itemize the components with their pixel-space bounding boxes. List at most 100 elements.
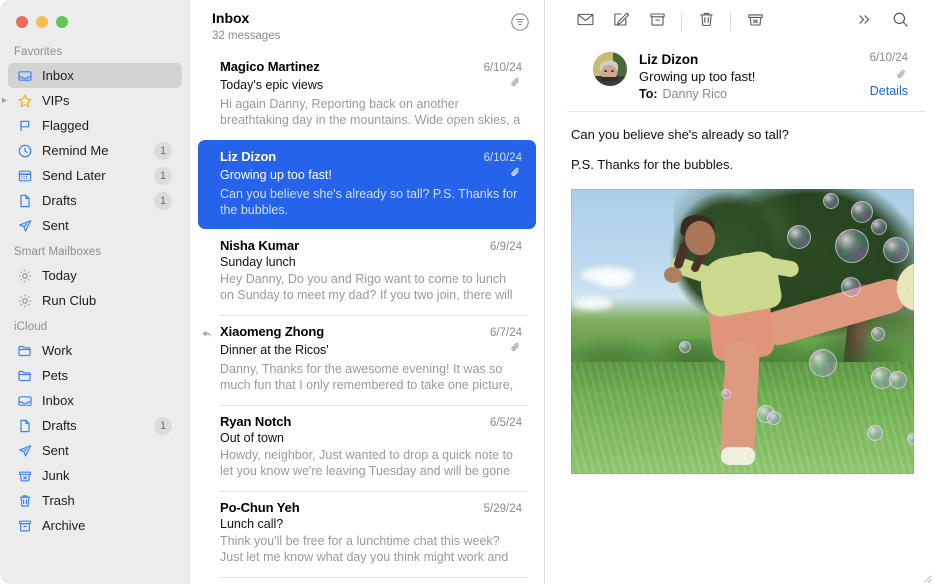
- mark-unread-button[interactable]: [567, 8, 603, 36]
- window-resize-handle[interactable]: [920, 570, 932, 582]
- message-date: 6/10/24: [870, 52, 908, 64]
- sidebar-item-vips[interactable]: ▸ VIPs: [8, 88, 182, 113]
- photo-border: [571, 189, 914, 474]
- message-preview: Danny, Thanks for the awesome evening! I…: [220, 361, 522, 395]
- message-date: 6/10/24: [484, 62, 522, 74]
- sidebar-item-label: Today: [42, 268, 174, 283]
- sidebar-item-icloud-inbox[interactable]: Inbox: [8, 388, 182, 413]
- sidebar-item-drafts[interactable]: Drafts 1: [8, 188, 182, 213]
- sidebar-item-sent[interactable]: Sent: [8, 213, 182, 238]
- sidebar-item-icloud-drafts[interactable]: Drafts 1: [8, 413, 182, 438]
- sidebar-item-trash[interactable]: Trash: [8, 488, 182, 513]
- junk-icon: [16, 467, 34, 485]
- mail-window: Favorites Inbox ▸ VIPs: [0, 0, 934, 584]
- message-date: 6/7/24: [490, 327, 522, 339]
- message-list-scroll[interactable]: Magico Martinez 6/10/24 Today's epic vie…: [190, 50, 544, 584]
- sidebar-item-inbox[interactable]: Inbox: [8, 63, 182, 88]
- gear-icon: [16, 267, 34, 285]
- message-subject-line: Out of town: [220, 431, 522, 445]
- sidebar-item-flagged[interactable]: Flagged: [8, 113, 182, 138]
- attachment-image[interactable]: [571, 189, 914, 474]
- chevron-double-right-icon: [855, 10, 874, 34]
- message-sender: Xiaomeng Zhong: [220, 324, 324, 339]
- message-sender: Po-Chun Yeh: [220, 500, 300, 515]
- search-icon: [891, 10, 910, 34]
- junk-button[interactable]: [737, 8, 773, 36]
- archive-icon: [648, 10, 667, 34]
- trash-icon: [697, 10, 716, 34]
- message-preview: Can you believe she's already so tall? P…: [220, 186, 522, 219]
- recipient-row: To: Danny Rico: [639, 87, 860, 101]
- message-list-item[interactable]: Liz Dizon 6/10/24 Growing up too fast! C…: [198, 140, 536, 229]
- sender-name: Liz Dizon: [639, 52, 860, 67]
- message-list-item[interactable]: Nisha Kumar 6/9/24 Sunday lunch Hey Dann…: [198, 229, 536, 315]
- to-label: To:: [639, 87, 658, 101]
- sidebar-item-label: Trash: [42, 493, 174, 508]
- message-sender: Liz Dizon: [220, 149, 276, 164]
- trash-icon: [16, 492, 34, 510]
- details-link[interactable]: Details: [870, 84, 908, 98]
- message-preview: Howdy, neighbor, Just wanted to drop a q…: [220, 447, 522, 481]
- message-row-top: Nisha Kumar 6/9/24: [220, 238, 522, 253]
- message-subject-line: Dinner at the Ricos': [220, 341, 522, 359]
- sidebar-item-run-club[interactable]: Run Club: [8, 288, 182, 313]
- junk-icon: [746, 10, 765, 34]
- sidebar-item-label: Work: [42, 343, 174, 358]
- sidebar-item-pets[interactable]: Pets: [8, 363, 182, 388]
- document-icon: [16, 192, 34, 210]
- body-paragraph: P.S. Thanks for the bubbles.: [571, 156, 914, 175]
- search-button[interactable]: [882, 8, 918, 36]
- message-list-item[interactable]: Ryan Notch 6/5/24 Out of town Howdy, nei…: [198, 405, 536, 491]
- paper-plane-icon: [16, 442, 34, 460]
- delete-button[interactable]: [688, 8, 724, 36]
- avatar[interactable]: [593, 52, 627, 86]
- unread-badge: 1: [154, 142, 172, 160]
- more-button[interactable]: [846, 8, 882, 36]
- message-subject-line: Sunday lunch: [220, 255, 522, 269]
- sidebar-item-junk[interactable]: Junk: [8, 463, 182, 488]
- message-date: 6/5/24: [490, 417, 522, 429]
- mailbox-title: Inbox: [212, 10, 280, 28]
- message-date: 6/10/24: [484, 152, 522, 164]
- sidebar-item-icloud-sent[interactable]: Sent: [8, 438, 182, 463]
- unread-badge: 1: [154, 192, 172, 210]
- message-list-header: Inbox 32 messages: [190, 0, 544, 50]
- message-subject-line: Today's epic views: [220, 76, 522, 94]
- toolbar-separator: [730, 13, 731, 31]
- flag-icon: [16, 117, 34, 135]
- sidebar-item-label: Inbox: [42, 393, 174, 408]
- sidebar-item-today[interactable]: Today: [8, 263, 182, 288]
- inbox-icon: [16, 67, 34, 85]
- compose-button[interactable]: [603, 8, 639, 36]
- message-subject-line: Lunch call?: [220, 517, 522, 531]
- message-date: 5/29/24: [484, 503, 522, 515]
- envelope-icon: [576, 10, 595, 34]
- clock-icon: [16, 142, 34, 160]
- message-sender: Nisha Kumar: [220, 238, 299, 253]
- archive-icon: [16, 517, 34, 535]
- to-value[interactable]: Danny Rico: [663, 87, 728, 101]
- sidebar-item-remind-me[interactable]: Remind Me 1: [8, 138, 182, 163]
- message-subject: Growing up too fast!: [220, 168, 332, 182]
- folder-icon: [16, 367, 34, 385]
- minimize-button[interactable]: [36, 16, 48, 28]
- sidebar-item-send-later[interactable]: Send Later 1: [8, 163, 182, 188]
- message-list-item[interactable]: Po-Chun Yeh 5/29/24 Lunch call? Think yo…: [198, 491, 536, 577]
- message-row-top: Po-Chun Yeh 5/29/24: [220, 500, 522, 515]
- compose-icon: [612, 10, 631, 34]
- zoom-button[interactable]: [56, 16, 68, 28]
- filter-icon[interactable]: [510, 12, 530, 37]
- message-list-item[interactable]: Graham McBride 5/22/24 Book Club Are you…: [198, 577, 536, 584]
- sidebar-section-icloud: iCloud: [0, 313, 190, 338]
- message-list-item[interactable]: Xiaomeng Zhong 6/7/24 Dinner at the Rico…: [198, 315, 536, 405]
- close-button[interactable]: [16, 16, 28, 28]
- message-sender: Ryan Notch: [220, 414, 291, 429]
- archive-button[interactable]: [639, 8, 675, 36]
- paperclip-icon: [870, 68, 908, 81]
- paperclip-icon: [509, 166, 522, 184]
- sidebar-item-archive[interactable]: Archive: [8, 513, 182, 538]
- message-list-item[interactable]: Magico Martinez 6/10/24 Today's epic vie…: [198, 50, 536, 140]
- chevron-right-icon[interactable]: ▸: [2, 96, 12, 106]
- message-header: Liz Dizon Growing up too fast! To:Danny …: [567, 44, 926, 112]
- sidebar-item-work[interactable]: Work: [8, 338, 182, 363]
